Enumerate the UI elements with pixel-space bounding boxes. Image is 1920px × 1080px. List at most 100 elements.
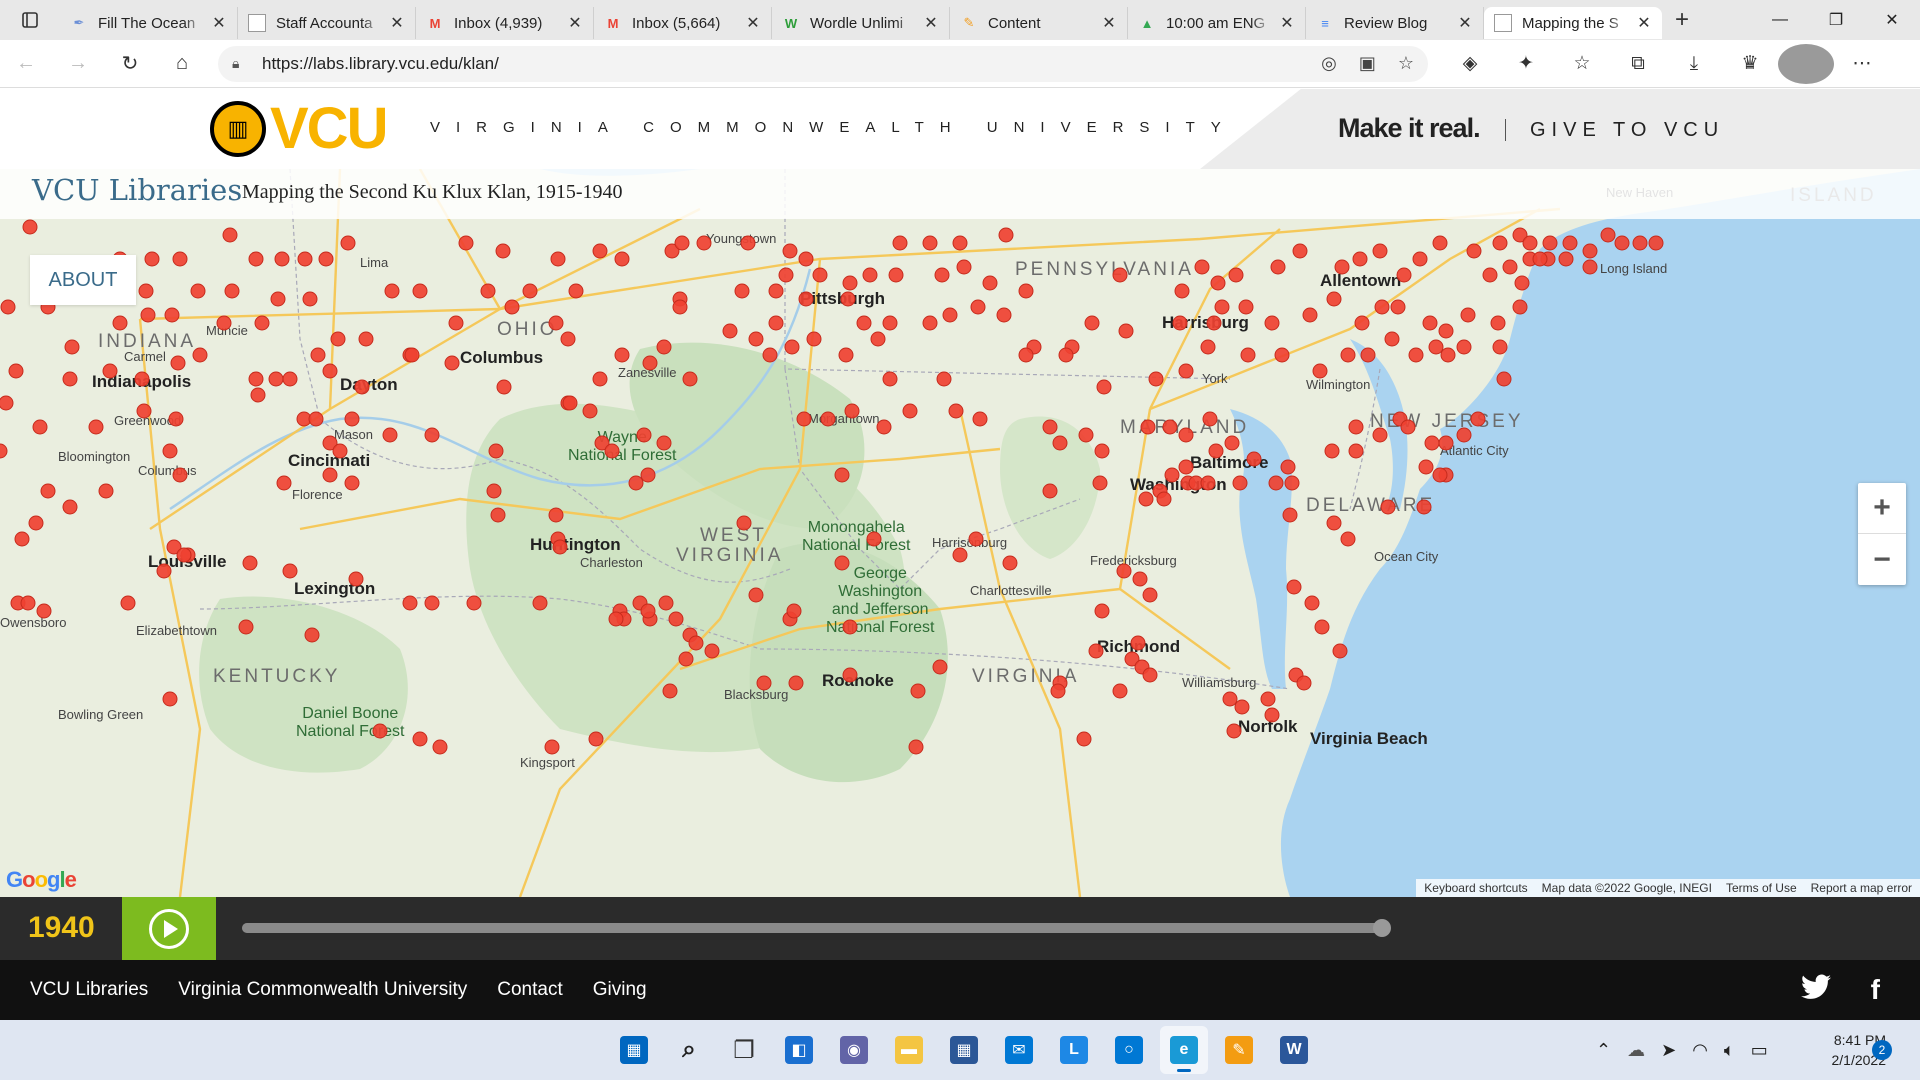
klan-location-marker[interactable]	[762, 347, 778, 363]
klan-location-marker[interactable]	[892, 235, 908, 251]
klan-location-marker[interactable]	[1172, 315, 1188, 331]
klan-location-marker[interactable]	[282, 371, 298, 387]
klan-location-marker[interactable]	[466, 595, 482, 611]
klan-location-marker[interactable]	[358, 331, 374, 347]
klan-location-marker[interactable]	[1456, 427, 1472, 443]
browser-tab[interactable]: Staff Accounta ✕	[238, 7, 416, 39]
klan-location-marker[interactable]	[592, 243, 608, 259]
klan-location-marker[interactable]	[170, 355, 186, 371]
klan-location-marker[interactable]	[786, 603, 802, 619]
klan-location-marker[interactable]	[1614, 235, 1630, 251]
klan-location-marker[interactable]	[432, 739, 448, 755]
klan-location-marker[interactable]	[1132, 571, 1148, 587]
browser-tab[interactable]: Mapping the S ✕	[1484, 7, 1662, 39]
klan-location-marker[interactable]	[120, 595, 136, 611]
klan-location-marker[interactable]	[1164, 467, 1180, 483]
wifi-icon[interactable]: ◠	[1692, 1040, 1708, 1061]
klan-location-marker[interactable]	[882, 315, 898, 331]
klan-location-marker[interactable]	[908, 739, 924, 755]
klan-location-marker[interactable]	[1264, 707, 1280, 723]
klan-location-marker[interactable]	[1492, 339, 1508, 355]
klan-location-marker[interactable]	[1372, 427, 1388, 443]
klan-location-marker[interactable]	[740, 235, 756, 251]
klan-location-marker[interactable]	[1284, 475, 1300, 491]
klan-location-marker[interactable]	[562, 395, 578, 411]
back-button[interactable]: ←	[0, 44, 52, 84]
klan-location-marker[interactable]	[0, 443, 8, 459]
klan-location-marker[interactable]	[582, 403, 598, 419]
klan-location-marker[interactable]	[948, 403, 964, 419]
klan-location-marker[interactable]	[1226, 723, 1242, 739]
klan-location-marker[interactable]	[64, 339, 80, 355]
klan-location-marker[interactable]	[304, 627, 320, 643]
klan-location-marker[interactable]	[1142, 587, 1158, 603]
close-tab-icon[interactable]: ✕	[1636, 13, 1652, 33]
klan-location-marker[interactable]	[490, 507, 506, 523]
klan-location-marker[interactable]	[1600, 227, 1616, 243]
klan-location-marker[interactable]	[0, 299, 16, 315]
klan-location-marker[interactable]	[922, 315, 938, 331]
klan-location-marker[interactable]	[956, 259, 972, 275]
edge-icon[interactable]: e	[1160, 1026, 1208, 1074]
klan-location-marker[interactable]	[1632, 235, 1648, 251]
klan-location-marker[interactable]	[1002, 555, 1018, 571]
klan-location-marker[interactable]	[1542, 235, 1558, 251]
search-icon[interactable]: ⌕	[665, 1026, 713, 1074]
klan-location-marker[interactable]	[458, 235, 474, 251]
klan-location-marker[interactable]	[996, 307, 1012, 323]
klan-location-marker[interactable]	[1428, 339, 1444, 355]
klan-location-marker[interactable]	[88, 419, 104, 435]
klan-location-marker[interactable]	[642, 355, 658, 371]
klan-location-marker[interactable]	[496, 379, 512, 395]
klan-location-marker[interactable]	[1210, 275, 1226, 291]
klan-location-marker[interactable]	[982, 275, 998, 291]
klan-location-marker[interactable]	[134, 371, 150, 387]
browser-tab[interactable]: ✒ Fill The Ocean ✕	[60, 7, 238, 39]
klan-location-marker[interactable]	[36, 603, 52, 619]
klan-location-marker[interactable]	[862, 267, 878, 283]
klan-location-marker[interactable]	[656, 339, 672, 355]
klan-location-marker[interactable]	[1408, 347, 1424, 363]
klan-location-marker[interactable]	[1234, 699, 1250, 715]
klan-location-marker[interactable]	[1202, 411, 1218, 427]
klan-location-marker[interactable]	[136, 403, 152, 419]
klan-location-marker[interactable]	[952, 235, 968, 251]
forward-button[interactable]: →	[52, 44, 104, 84]
klan-location-marker[interactable]	[936, 371, 952, 387]
klan-location-marker[interactable]	[788, 675, 804, 691]
klan-location-marker[interactable]	[402, 595, 418, 611]
klan-location-marker[interactable]	[1148, 371, 1164, 387]
klan-location-marker[interactable]	[384, 283, 400, 299]
klan-location-marker[interactable]	[1456, 339, 1472, 355]
footer-link-vcu-libraries[interactable]: VCU Libraries	[30, 979, 148, 1001]
klan-location-marker[interactable]	[1200, 339, 1216, 355]
klan-location-marker[interactable]	[888, 267, 904, 283]
klan-location-marker[interactable]	[424, 595, 440, 611]
klan-location-marker[interactable]	[40, 483, 56, 499]
klan-location-marker[interactable]	[1372, 243, 1388, 259]
klan-location-marker[interactable]	[768, 283, 784, 299]
klan-location-marker[interactable]	[876, 419, 892, 435]
klan-location-marker[interactable]	[782, 243, 798, 259]
klan-location-marker[interactable]	[282, 563, 298, 579]
klan-location-marker[interactable]	[62, 371, 78, 387]
klan-location-marker[interactable]	[297, 251, 313, 267]
mail-icon[interactable]: ✉	[995, 1026, 1043, 1074]
klan-location-marker[interactable]	[1282, 507, 1298, 523]
klan-location-marker[interactable]	[1096, 379, 1112, 395]
klan-location-marker[interactable]	[1232, 475, 1248, 491]
play-button[interactable]	[122, 897, 216, 960]
klan-location-marker[interactable]	[248, 371, 264, 387]
browser-tab[interactable]: M Inbox (4,939) ✕	[416, 7, 594, 39]
show-hidden-icons-chevron-icon[interactable]: ⌃	[1596, 1040, 1611, 1061]
klan-location-marker[interactable]	[588, 731, 604, 747]
klan-location-marker[interactable]	[308, 411, 324, 427]
klan-location-marker[interactable]	[1340, 531, 1356, 547]
klan-location-marker[interactable]	[1302, 307, 1318, 323]
klan-location-marker[interactable]	[658, 595, 674, 611]
klan-location-marker[interactable]	[1558, 251, 1574, 267]
klan-location-marker[interactable]	[276, 475, 292, 491]
close-window-button[interactable]: ✕	[1864, 0, 1920, 40]
klan-location-marker[interactable]	[164, 307, 180, 323]
klan-location-marker[interactable]	[138, 283, 154, 299]
